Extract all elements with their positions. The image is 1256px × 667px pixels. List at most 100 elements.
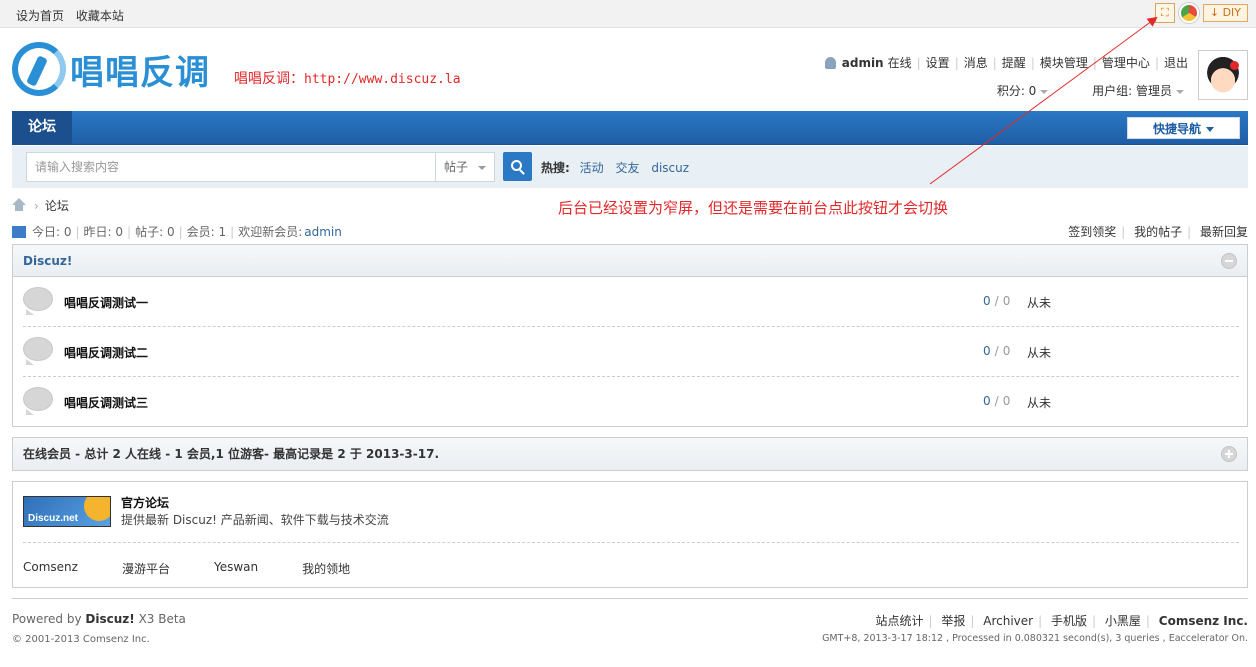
forum-stats: 今日: 0 | 昨日: 0 | 帖子: 0 | 会员: 1 | 欢迎新会员: admin — [12, 223, 342, 240]
friend-links: Discuz.net 官方论坛 提供最新 Discuz! 产品新闻、软件下载与技… — [12, 481, 1248, 588]
newest-member-link[interactable]: admin — [304, 225, 342, 239]
bookmark-site-link[interactable]: 收藏本站 — [76, 9, 124, 23]
friend-link[interactable]: 我的领地 — [302, 560, 350, 577]
collapse-icon[interactable] — [1221, 253, 1237, 269]
chevron-down-icon — [1206, 127, 1214, 132]
site-stats-link[interactable]: 站点统计 — [875, 614, 923, 628]
notifications-link[interactable]: 提醒 — [1002, 54, 1026, 71]
online-status: 在线 — [887, 56, 912, 70]
stat-posts: 帖子: 0 — [135, 225, 175, 239]
top-tools: ⛶ ↓ DIY — [1151, 3, 1248, 23]
hot-term-link[interactable]: 活动 — [580, 161, 604, 175]
separator: | — [230, 224, 235, 239]
forum-row: 唱唱反调测试一 0/0 从未 — [23, 277, 1239, 327]
expand-icon[interactable] — [1221, 446, 1237, 462]
switch-width-icon[interactable]: ⛶ — [1154, 3, 1175, 23]
last-post: 从未 — [1027, 396, 1052, 410]
set-homepage-link[interactable]: 设为首页 — [16, 9, 64, 23]
user-group-dropdown[interactable]: 用户组: 管理员 — [1072, 84, 1184, 98]
post-count: 0 — [1002, 394, 1011, 408]
quick-nav-button[interactable]: 快捷导航 — [1127, 117, 1240, 139]
last-post: 从未 — [1027, 346, 1052, 360]
hot-term-link[interactable]: discuz — [651, 161, 689, 175]
breadcrumb: › 论坛 — [12, 197, 69, 214]
latest-replies-link[interactable]: 最新回复 — [1200, 225, 1248, 239]
hot-search: 热搜: 活动 交友 discuz — [541, 159, 697, 176]
main-nav: 论坛 快捷导航 — [12, 111, 1248, 145]
my-posts-link[interactable]: 我的帖子 — [1134, 225, 1182, 239]
points-dropdown[interactable]: 积分: 0 — [977, 84, 1049, 98]
forum-count: 0/0 — [983, 344, 1010, 358]
username-link[interactable]: admin — [842, 56, 884, 70]
online-title: 在线会员 - 总计 2 人在线 - 1 会员,1 位游客- 最高记录是 2 于 … — [23, 447, 439, 461]
search-icon — [511, 160, 522, 171]
search-input[interactable]: 请输入搜索内容 — [26, 152, 436, 182]
messages-link[interactable]: 消息 — [964, 54, 988, 71]
breadcrumb-current[interactable]: 论坛 — [45, 197, 69, 214]
avatar[interactable] — [1198, 50, 1248, 100]
search-bar: 请输入搜索内容 帖子 热搜: 活动 交友 discuz — [12, 146, 1248, 188]
welcome-label: 欢迎新会员: — [238, 225, 303, 239]
settings-link[interactable]: 设置 — [926, 54, 950, 71]
footer-links: 站点统计 | 举报 | Archiver | 手机版 | 小黑屋 | Comsenz In… — [875, 612, 1248, 629]
discuz-net-logo[interactable]: Discuz.net — [23, 496, 111, 527]
style-switch-icon[interactable] — [1178, 3, 1199, 23]
footer-processing-info: GMT+8, 2013-3-17 18:12 , Processed in 0.… — [822, 633, 1248, 644]
logo-mark-icon — [12, 42, 66, 96]
powered-brand-link[interactable]: Discuz! — [85, 612, 134, 626]
diy-button[interactable]: ↓ DIY — [1202, 4, 1248, 22]
admin-center-link[interactable]: 管理中心 — [1102, 54, 1150, 71]
forum-name-link[interactable]: 唱唱反调测试二 — [64, 344, 148, 361]
hot-term-link[interactable]: 交友 — [615, 161, 639, 175]
checkin-link[interactable]: 签到领奖 — [1068, 225, 1116, 239]
report-link[interactable]: 举报 — [941, 614, 965, 628]
text-links: Comsenz 漫游平台 Yeswan 我的领地 — [23, 560, 394, 577]
category-title[interactable]: Discuz! — [23, 254, 72, 268]
blacklist-link[interactable]: 小黑屋 — [1105, 614, 1141, 628]
diy-label: DIY — [1222, 6, 1241, 19]
top-links: 设为首页 收藏本站 — [16, 7, 132, 24]
friend-link[interactable]: Comsenz — [23, 560, 78, 577]
forum-name-link[interactable]: 唱唱反调测试一 — [64, 294, 148, 311]
separator: | — [1145, 614, 1150, 628]
separator: | — [1092, 614, 1097, 628]
thread-count: 0 — [983, 294, 991, 308]
user-menu: admin 在线 | 设置 | 消息 | 提醒 | 模块管理 | 管理中心 | … — [824, 54, 1188, 71]
separator: | — [1030, 55, 1035, 70]
forum-count: 0/0 — [983, 294, 1010, 308]
mobile-link[interactable]: 手机版 — [1051, 614, 1087, 628]
site-logo[interactable]: 唱唱反调 — [12, 42, 210, 96]
thread-count: 0 — [983, 344, 991, 358]
points-label: 积分: 0 — [996, 84, 1037, 98]
forum-bubble-icon — [23, 387, 53, 415]
separator: | — [916, 55, 921, 70]
comsenz-link[interactable]: Comsenz Inc. — [1159, 614, 1248, 628]
official-forum-desc: 提供最新 Discuz! 产品新闻、软件下载与技术交流 — [121, 513, 389, 527]
module-management-link[interactable]: 模块管理 — [1040, 54, 1088, 71]
friend-link[interactable]: 漫游平台 — [122, 560, 170, 577]
search-type-select[interactable]: 帖子 — [435, 152, 495, 182]
friend-link[interactable]: Yeswan — [214, 560, 258, 577]
top-bar: 设为首页 收藏本站 ⛶ ↓ DIY — [0, 0, 1256, 28]
tab-forum[interactable]: 论坛 — [12, 111, 72, 145]
user-group-label: 用户组: 管理员 — [1092, 84, 1172, 98]
separator: | — [1038, 614, 1043, 628]
divider — [23, 542, 1239, 543]
archiver-link[interactable]: Archiver — [983, 614, 1033, 628]
forum-bubble-icon — [23, 287, 53, 315]
home-icon[interactable] — [12, 197, 26, 212]
site-note: 唱唱反调：http://www.discuz.la — [234, 68, 461, 88]
search-button[interactable] — [503, 152, 532, 181]
forum-row: 唱唱反调测试三 0/0 从未 — [23, 377, 1239, 427]
online-header[interactable]: 在线会员 - 总计 2 人在线 - 1 会员,1 位游客- 最高记录是 2 于 … — [13, 438, 1247, 470]
forum-row: 唱唱反调测试二 0/0 从未 — [23, 327, 1239, 377]
chevron-down-icon — [1040, 89, 1049, 94]
separator: / — [994, 394, 999, 408]
forum-category: Discuz! 唱唱反调测试一 0/0 从未 唱唱反调测试二 0/0 从未 唱唱… — [12, 244, 1248, 427]
separator: / — [994, 294, 999, 308]
official-forum-link[interactable]: 官方论坛 — [121, 494, 169, 511]
stat-members: 会员: 1 — [186, 225, 227, 239]
site-note-url[interactable]: http://www.discuz.la — [304, 72, 461, 87]
logout-link[interactable]: 退出 — [1164, 54, 1188, 71]
forum-name-link[interactable]: 唱唱反调测试三 — [64, 394, 148, 411]
